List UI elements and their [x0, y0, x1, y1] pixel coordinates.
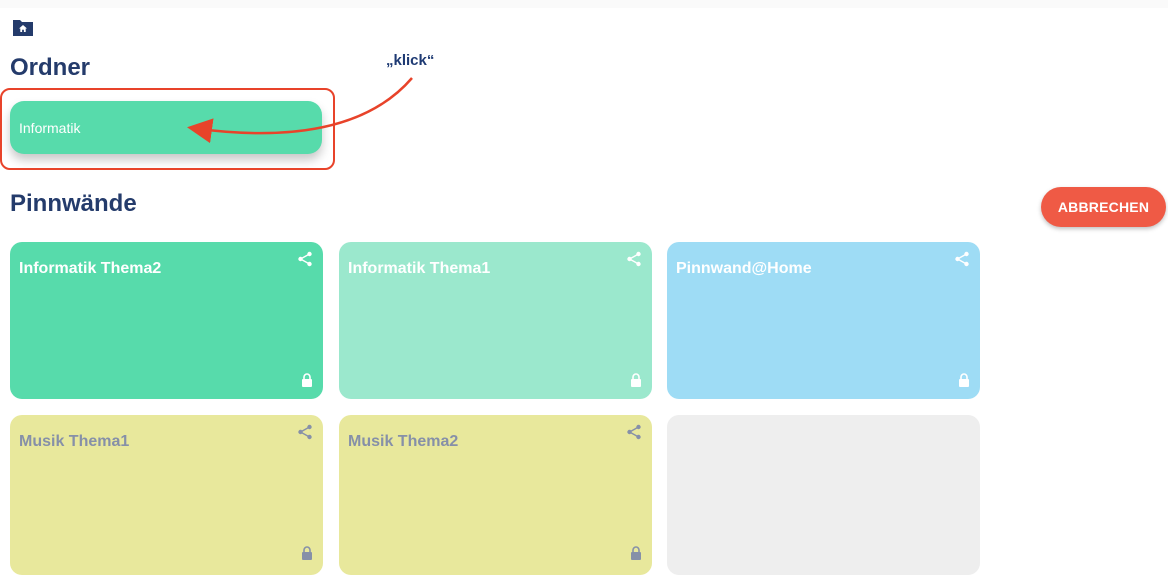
board-card[interactable]: Informatik Thema1 — [339, 242, 652, 399]
board-card[interactable]: Musik Thema1 — [10, 415, 323, 575]
share-icon[interactable] — [626, 424, 642, 440]
boards-heading: Pinnwände — [10, 190, 137, 217]
board-title: Pinnwand@Home — [676, 260, 812, 277]
board-card[interactable]: Informatik Thema2 — [10, 242, 323, 399]
board-card[interactable]: Pinnwand@Home — [667, 242, 980, 399]
lock-icon — [302, 373, 312, 387]
share-icon[interactable] — [626, 251, 642, 267]
share-icon[interactable] — [297, 251, 313, 267]
board-title: Musik Thema1 — [19, 433, 130, 450]
board-card-empty — [667, 415, 980, 575]
board-title: Musik Thema2 — [348, 433, 459, 450]
board-title: Informatik Thema2 — [19, 260, 162, 277]
share-icon[interactable] — [297, 424, 313, 440]
lock-icon — [631, 546, 641, 560]
lock-icon — [959, 373, 969, 387]
board-card[interactable]: Musik Thema2 — [339, 415, 652, 575]
lock-icon — [302, 546, 312, 560]
lock-icon — [631, 373, 641, 387]
board-title: Informatik Thema1 — [348, 260, 491, 277]
cancel-button[interactable]: ABBRECHEN — [1041, 187, 1166, 227]
share-icon[interactable] — [954, 251, 970, 267]
